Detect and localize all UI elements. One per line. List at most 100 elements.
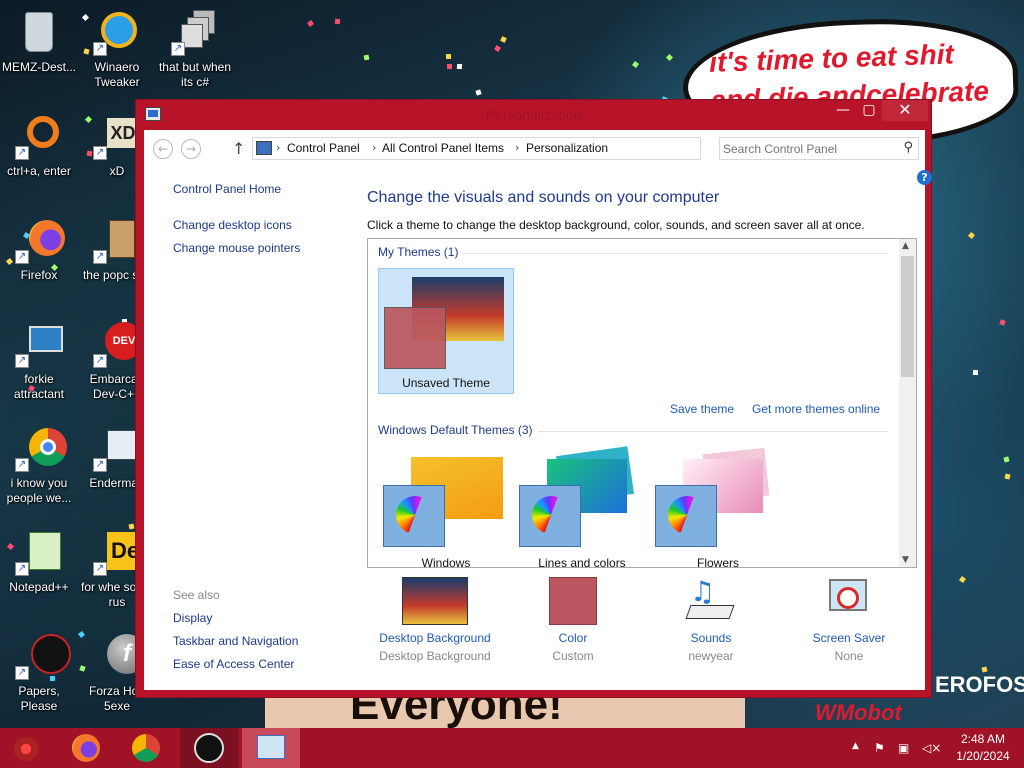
sounds-setting[interactable]: ♫ Sounds newyear — [641, 575, 781, 663]
page-title: Change the visuals and sounds on your co… — [367, 189, 720, 206]
theme-unsaved[interactable]: Unsaved Theme — [378, 268, 514, 394]
setting-title: Desktop Background — [379, 631, 491, 645]
forward-button[interactable]: → — [181, 139, 201, 159]
window-title: Personalization — [485, 107, 582, 123]
desktop-background-icon — [402, 577, 468, 627]
close-button[interactable]: ✕ — [882, 100, 928, 121]
display-link[interactable]: Display — [173, 611, 212, 625]
scroll-thumb[interactable] — [901, 256, 914, 377]
desktop-icon-label: Notepad++ — [9, 580, 69, 594]
confetti-piece — [475, 89, 482, 96]
folder-stack-icon: ↗ — [171, 8, 219, 56]
desktop-icon-label: forkie attractant — [13, 372, 65, 401]
theme-windows[interactable]: Windows — [378, 447, 514, 567]
divider — [463, 253, 888, 254]
title-bar[interactable]: Personalization — ▢ ✕ — [136, 100, 931, 130]
minimize-button[interactable]: — — [830, 100, 856, 121]
search-input[interactable] — [723, 140, 893, 158]
taskbar-firefox[interactable] — [60, 728, 112, 768]
taskbar-navigation-link[interactable]: Taskbar and Navigation — [173, 634, 298, 648]
confetti-piece — [307, 20, 314, 27]
clock-date[interactable]: 1/20/2024 — [948, 749, 1018, 763]
scroll-down-icon[interactable]: ▼ — [902, 555, 909, 565]
taskbar-control-panel[interactable] — [242, 728, 300, 768]
confetti-piece — [1003, 456, 1010, 463]
desktop-icon[interactable]: ↗ Winaero Tweaker — [78, 8, 156, 90]
devcpp-icon: DEV ↗ — [93, 320, 143, 368]
desktop-icon-label: MEMZ-Dest... — [2, 60, 76, 74]
desktop-icon[interactable]: ↗ that but when its c# — [156, 8, 234, 90]
desktop-icon[interactable]: ↗ i know you people we... — [0, 424, 78, 506]
action-center-flag-icon[interactable]: ⚑ — [874, 741, 885, 755]
personalization-window: Personalization — ▢ ✕ ← → ↑ › Control Pa… — [135, 99, 932, 698]
desktop-icon-label: Papers, Please — [18, 684, 60, 713]
confetti-piece — [1004, 473, 1011, 480]
volume-muted-icon[interactable]: ◁× — [922, 741, 941, 755]
theme-list-scrollbar[interactable]: ▲ ▼ — [899, 239, 916, 567]
desktop-icon[interactable]: ↗ Papers, Please — [0, 632, 78, 714]
setting-value: Custom — [552, 649, 594, 663]
change-desktop-icons-link[interactable]: Change desktop icons — [173, 218, 292, 232]
back-button[interactable]: ← — [153, 139, 173, 159]
maximize-button[interactable]: ▢ — [856, 100, 882, 121]
save-theme-link[interactable]: Save theme — [670, 402, 734, 416]
help-icon[interactable]: ? — [917, 170, 932, 185]
address-bar[interactable]: › Control Panel › All Control Panel Item… — [252, 137, 805, 160]
screen-saver-setting[interactable]: Screen Saver None — [779, 577, 919, 663]
taskbar-app-clock[interactable] — [180, 728, 238, 768]
confetti-piece — [445, 53, 452, 60]
xd-icon: XD ↗ — [93, 112, 141, 160]
control-panel-icon — [256, 141, 272, 155]
control-panel-home-link[interactable]: Control Panel Home — [173, 182, 281, 196]
divider — [538, 431, 888, 432]
my-themes-header: My Themes (1) — [378, 245, 459, 259]
theme-flowers[interactable]: Flowers — [650, 447, 786, 567]
recycle-bin-icon — [15, 8, 63, 56]
breadcrumb-personalization[interactable]: Personalization — [526, 141, 608, 155]
desktop-icon[interactable]: ↗ Firefox — [0, 216, 78, 283]
start-icon — [14, 737, 38, 761]
start-button[interactable] — [0, 728, 55, 768]
setting-title: Screen Saver — [812, 631, 886, 645]
page-subtitle: Click a theme to change the desktop back… — [367, 218, 865, 232]
search-box[interactable]: ⚲ — [719, 137, 919, 160]
flash-icon: f — [93, 632, 147, 680]
popcorn-icon: ↗ — [93, 216, 141, 264]
color-setting[interactable]: Color Custom — [503, 577, 643, 663]
confetti-piece — [500, 36, 507, 43]
scroll-up-icon[interactable]: ▲ — [902, 241, 909, 251]
taskbar-chrome[interactable] — [120, 728, 172, 768]
setting-value: None — [834, 649, 864, 663]
up-button[interactable]: ↑ — [232, 139, 246, 158]
tray-chevron-icon[interactable]: ▲ — [852, 741, 859, 751]
confetti-piece — [456, 63, 463, 70]
confetti-piece — [363, 54, 370, 61]
desktop-icon[interactable]: ↗ ctrl+a, enter — [0, 112, 78, 179]
desktop-icon[interactable]: ↗ Notepad++ — [0, 528, 78, 595]
chevron-right-icon: › — [515, 141, 520, 154]
confetti-piece — [446, 63, 453, 70]
change-mouse-pointers-link[interactable]: Change mouse pointers — [173, 241, 300, 255]
theme-lines-and-colors[interactable]: Lines and colors — [514, 446, 650, 567]
desktop-icon[interactable]: MEMZ-Dest... — [0, 8, 78, 75]
theme-color-swatch — [384, 307, 446, 369]
confetti-piece — [967, 231, 976, 240]
notepadpp-icon: ↗ — [15, 528, 63, 576]
ease-of-access-link[interactable]: Ease of Access Center — [173, 657, 294, 671]
back-arrow-icon: ← — [157, 142, 169, 156]
clock-time[interactable]: 2:48 AM — [948, 732, 1018, 746]
desktop-icon-label: Firefox — [20, 268, 58, 282]
desktop-background-setting[interactable]: Desktop Background Desktop Background — [365, 577, 505, 663]
desktop-icon-label: Winaero Tweaker — [94, 60, 140, 89]
chrome-icon: ↗ — [15, 424, 67, 472]
get-more-themes-link[interactable]: Get more themes online — [752, 402, 880, 416]
breadcrumb-control-panel[interactable]: Control Panel — [287, 141, 360, 155]
confetti-piece — [665, 53, 674, 62]
color-fan-icon — [383, 485, 445, 547]
network-icon[interactable]: ▣ — [898, 741, 909, 755]
desktop-icon[interactable]: ↗ forkie attractant — [0, 320, 78, 402]
default-themes-header: Windows Default Themes (3) — [378, 423, 533, 437]
search-icon[interactable]: ⚲ — [903, 140, 913, 155]
setting-title: Color — [558, 631, 588, 645]
breadcrumb-all-items[interactable]: All Control Panel Items — [382, 141, 504, 155]
